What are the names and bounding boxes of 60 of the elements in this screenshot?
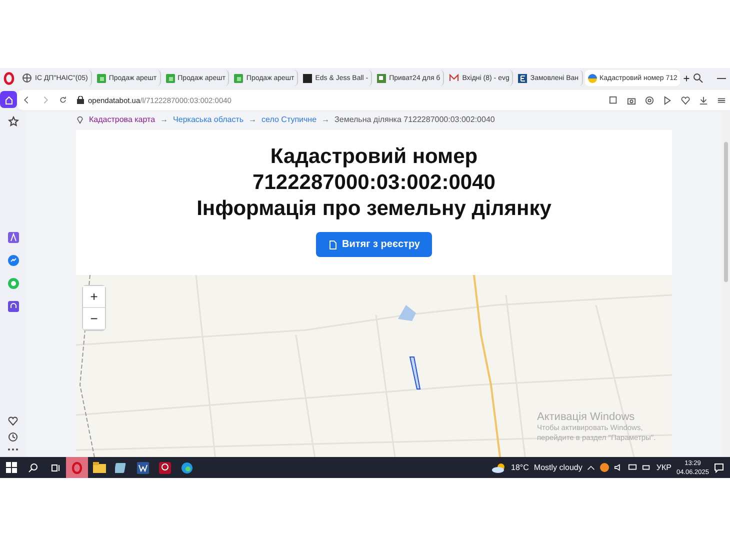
chevron-up-icon bbox=[587, 464, 596, 472]
play-icon bbox=[663, 96, 672, 104]
edge-browser-icon bbox=[181, 462, 193, 474]
headphones-icon bbox=[8, 300, 18, 312]
more-icon[interactable] bbox=[8, 448, 18, 451]
chat-bubble-icon bbox=[8, 254, 18, 266]
back-icon bbox=[23, 96, 31, 104]
folder-icon bbox=[92, 462, 106, 473]
square-logo-icon bbox=[166, 74, 175, 82]
home-button[interactable] bbox=[0, 91, 17, 108]
page-heading: Кадастровий номер bbox=[270, 144, 478, 170]
document-w-icon bbox=[137, 462, 149, 474]
page-heading: 7122287000:03:002:0040 bbox=[252, 170, 496, 196]
breadcrumb-link[interactable]: Кадастрова карта bbox=[89, 114, 156, 125]
location-pin-icon bbox=[76, 116, 84, 124]
breadcrumb-text: Земельна ділянка 7122287000:03:002:0040 bbox=[334, 114, 495, 125]
star-icon bbox=[8, 116, 18, 127]
search-icon bbox=[28, 462, 38, 472]
opera-logo-icon[interactable] bbox=[2, 72, 14, 85]
scrollbar[interactable] bbox=[722, 112, 730, 457]
home-icon bbox=[4, 94, 14, 104]
language-indicator[interactable]: УКР bbox=[656, 463, 672, 472]
weather-text: Mostly cloudy bbox=[534, 463, 582, 472]
mail-icon bbox=[449, 73, 460, 83]
heart-icon bbox=[8, 416, 18, 426]
letter-e-icon bbox=[518, 74, 528, 82]
download-icon bbox=[699, 96, 708, 104]
arrow-separator: → bbox=[322, 114, 330, 125]
arrow-separator: → bbox=[160, 114, 168, 125]
history-icon bbox=[8, 432, 18, 442]
flag-circle-icon bbox=[588, 74, 597, 82]
square-icon bbox=[377, 74, 386, 82]
extract-button[interactable]: Витяг з реєстру bbox=[316, 232, 432, 257]
square-logo-icon bbox=[234, 74, 244, 82]
app-logo-icon bbox=[159, 462, 171, 474]
temperature: 18°C bbox=[511, 463, 529, 472]
new-tab-icon bbox=[682, 74, 692, 82]
globe-icon bbox=[22, 73, 32, 83]
cloud-icon bbox=[492, 462, 506, 472]
camera-icon bbox=[627, 96, 636, 104]
arrow-separator: → bbox=[248, 114, 257, 125]
circle-icon bbox=[600, 463, 610, 472]
search-icon bbox=[693, 73, 704, 83]
heart-icon bbox=[681, 96, 690, 104]
opera-logo-icon bbox=[71, 462, 83, 474]
breadcrumb-link[interactable]: Черкаська область bbox=[173, 114, 244, 125]
triangle-logo-icon bbox=[8, 232, 18, 242]
forward-icon bbox=[41, 96, 49, 104]
dark-square-icon bbox=[303, 74, 312, 82]
square-logo-icon bbox=[96, 74, 106, 82]
activation-title: Активація Windows bbox=[537, 411, 636, 423]
lock-icon bbox=[77, 96, 84, 104]
notification-icon bbox=[714, 462, 724, 472]
windows-logo-icon bbox=[6, 462, 16, 473]
breadcrumb-link[interactable]: село Ступичне bbox=[262, 114, 317, 125]
reload-icon bbox=[59, 96, 67, 104]
document-icon bbox=[328, 240, 338, 250]
task-view-icon bbox=[50, 462, 60, 472]
page-heading: Інформація про земельну ділянку bbox=[196, 196, 552, 222]
zoom-in-button[interactable]: + bbox=[83, 286, 105, 308]
